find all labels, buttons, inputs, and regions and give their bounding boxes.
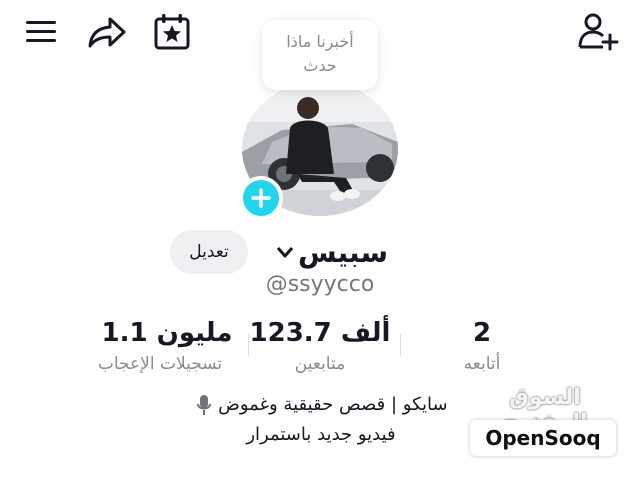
plus-icon [251, 188, 271, 208]
chevron-down-icon [276, 245, 294, 259]
stat-divider [400, 334, 401, 356]
hamburger-menu-icon [26, 21, 56, 42]
add-avatar-button[interactable] [239, 176, 283, 220]
bio-link-row[interactable] [160, 466, 490, 486]
likes-label: تسجيلات الإعجاب [97, 354, 223, 374]
calendar-star-icon [154, 14, 190, 50]
share-arrow-icon [88, 17, 126, 48]
add-user-button[interactable] [576, 12, 620, 52]
edit-profile-button[interactable]: تعديل [170, 230, 248, 274]
opensooq-watermark: OpenSooq [470, 420, 616, 456]
display-name: سبيس [298, 235, 388, 269]
following-label[interactable]: أتابعه [436, 354, 528, 380]
share-button[interactable] [86, 14, 128, 50]
followers-label[interactable]: متابعين [258, 354, 382, 380]
menu-button[interactable] [24, 16, 60, 48]
bio-line-2: فيديو جديد باستمرار [246, 424, 396, 445]
display-name-switcher[interactable]: سبيس [268, 232, 388, 272]
microphone-icon [196, 394, 212, 416]
note-bubble[interactable]: أخبرنا ماذا حدث [262, 20, 378, 90]
add-user-icon [578, 13, 619, 51]
bio-line-1: سايكو | قصص حقيقية وغموض [172, 394, 472, 422]
likes-count: 1.1 مليون [101, 318, 233, 348]
watermark-arabic: السوق المفتوح [502, 385, 587, 435]
bio-text-1: سايكو | قصص حقيقية وغموض [218, 394, 448, 415]
calendar-button[interactable] [152, 12, 192, 52]
username: @ssyycco [265, 272, 375, 297]
following-count[interactable]: 2 [440, 318, 524, 354]
note-line-1: أخبرنا ماذا [286, 32, 354, 51]
note-line-2: حدث [303, 56, 337, 75]
followers-count[interactable]: 123.7 ألف [248, 318, 392, 354]
